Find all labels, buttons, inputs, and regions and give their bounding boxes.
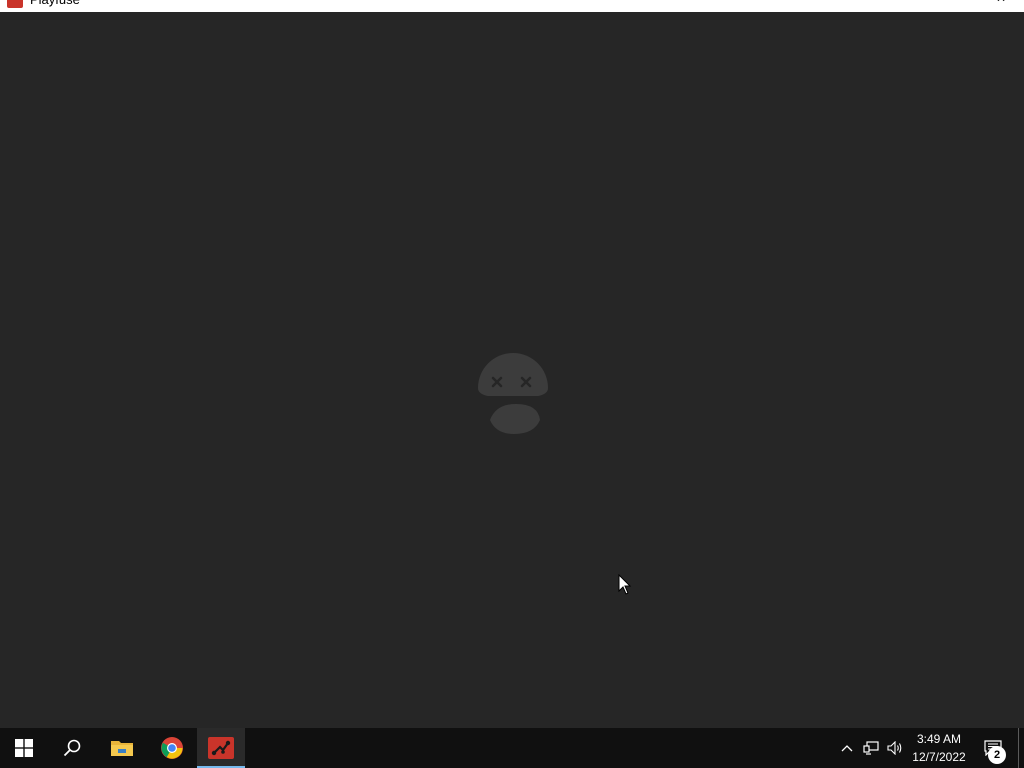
close-button[interactable]: ✕ (978, 0, 1024, 10)
start-button[interactable] (0, 728, 48, 768)
windows-logo-icon (15, 739, 33, 757)
window-title: Playfuse (30, 0, 80, 8)
playfuse-icon (208, 737, 234, 759)
chrome-icon (161, 737, 183, 759)
playfuse-app-icon (7, 0, 23, 8)
volume-icon (887, 741, 902, 755)
volume-button[interactable] (884, 728, 906, 768)
network-button[interactable] (860, 728, 882, 768)
folder-icon (111, 741, 133, 756)
file-explorer-button[interactable] (98, 728, 146, 768)
playfuse-taskbar-button[interactable] (197, 728, 245, 768)
clock-date: 12/7/2022 (912, 750, 966, 764)
chrome-button[interactable] (148, 728, 196, 768)
show-hidden-icons-button[interactable] (836, 728, 858, 768)
network-icon (863, 741, 879, 755)
mouse-cursor-icon (618, 574, 632, 595)
sad-face-error-icon (478, 353, 548, 434)
minimize-button[interactable]: — (932, 0, 978, 10)
search-button[interactable] (48, 728, 96, 768)
search-icon (63, 739, 81, 757)
window-title-bar[interactable]: Playfuse — ✕ (0, 0, 1024, 12)
show-desktop-button[interactable] (1018, 728, 1019, 768)
taskbar-clock[interactable]: 3:49 AM 12/7/2022 (906, 730, 972, 766)
notification-count-badge: 2 (988, 746, 1006, 764)
taskbar: 3:49 AM 12/7/2022 (0, 728, 1024, 768)
clock-time: 3:49 AM (916, 732, 962, 746)
chevron-up-icon (841, 745, 853, 752)
